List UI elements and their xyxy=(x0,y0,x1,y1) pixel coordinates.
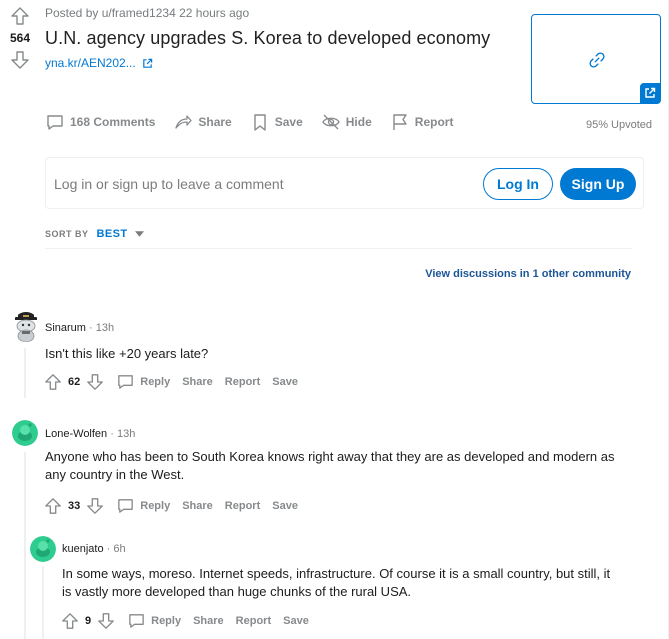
post-vote-count: 564 xyxy=(9,31,31,45)
sort-divider xyxy=(45,248,632,249)
post-action-bar: 168 Comments Share Save Hide Report xyxy=(45,112,471,132)
comment-username[interactable]: Sinarum xyxy=(45,322,86,334)
comment-time[interactable]: 13h xyxy=(117,428,135,440)
caret-down-icon xyxy=(135,231,145,237)
post-meta: Posted by u/framed1234 22 hours ago xyxy=(45,6,250,20)
sign-up-button[interactable]: Sign Up xyxy=(560,168,636,200)
avatar[interactable] xyxy=(12,420,38,446)
share-button[interactable]: Share xyxy=(173,112,232,132)
comment-login-prompt: Log in or sign up to leave a comment xyxy=(54,176,284,192)
upvote-icon[interactable] xyxy=(61,612,79,630)
save-button[interactable]: Save xyxy=(250,112,303,132)
reply-label: Reply xyxy=(140,375,171,388)
comment-time[interactable]: 13h xyxy=(96,322,114,334)
share-button[interactable]: Share xyxy=(182,500,213,512)
comment-separator: · xyxy=(89,322,93,334)
comment-body-line: is vastly more developed than huge chunk… xyxy=(62,584,412,599)
thread-line[interactable] xyxy=(24,452,26,639)
comment-body-line: any country in the West. xyxy=(45,467,185,482)
share-icon xyxy=(175,115,193,129)
flag-icon xyxy=(393,114,407,130)
bookmark-icon xyxy=(254,114,266,131)
share-button[interactable]: Share xyxy=(193,615,224,627)
downvote-icon[interactable] xyxy=(10,50,30,70)
comment-body: Anyone who has been to South Korea knows… xyxy=(45,448,645,484)
comment-header: Sinarum · 13h xyxy=(45,322,114,334)
report-button[interactable]: Report xyxy=(236,615,271,627)
log-in-button[interactable]: Log In xyxy=(483,168,553,200)
share-button[interactable]: Share xyxy=(182,376,213,388)
reply-button[interactable]: Reply xyxy=(116,496,170,515)
comment-username[interactable]: kuenjato xyxy=(62,543,104,555)
sort-dropdown[interactable]: BEST xyxy=(97,228,145,240)
upvote-icon[interactable] xyxy=(44,373,62,391)
save-button[interactable]: Save xyxy=(283,615,309,627)
comment-score: 62 xyxy=(68,375,81,388)
post-page: 564 Posted by u/framed1234 22 hours ago … xyxy=(0,0,669,639)
comment-separator: · xyxy=(110,428,114,440)
comment-body-line: Anyone who has been to South Korea knows… xyxy=(45,449,615,464)
thread-line[interactable] xyxy=(42,566,44,639)
thread-line[interactable] xyxy=(24,348,26,398)
eye-slash-icon xyxy=(322,114,340,130)
comment-separator: · xyxy=(106,543,111,555)
comment-body: In some ways, moreso. Internet speeds, i… xyxy=(62,565,652,601)
share-label: Share xyxy=(198,115,232,129)
save-label: Save xyxy=(274,115,303,129)
downvote-icon[interactable] xyxy=(86,497,104,515)
post-vote-column: 564 xyxy=(6,6,34,70)
reply-label: Reply xyxy=(140,499,171,512)
reply-button[interactable]: Reply xyxy=(116,372,170,391)
report-label: Report xyxy=(414,115,454,129)
open-link-icon[interactable] xyxy=(640,83,660,103)
sort-value: BEST xyxy=(96,228,128,240)
avatar[interactable] xyxy=(30,536,56,562)
avatar[interactable] xyxy=(12,312,40,342)
other-community-suffix: other community xyxy=(538,268,631,280)
post-link-text: yna.kr/AEN202... xyxy=(45,56,136,70)
external-link-icon xyxy=(142,58,152,68)
post-external-link[interactable]: yna.kr/AEN202... xyxy=(45,56,153,70)
comment-body-line: In some ways, moreso. Internet speeds, i… xyxy=(62,566,611,581)
comments-button[interactable]: 168 Comments xyxy=(45,112,155,132)
comment-icon xyxy=(129,614,144,628)
comment-icon xyxy=(47,115,63,130)
upvote-icon[interactable] xyxy=(44,497,62,515)
post-title[interactable]: U.N. agency upgrades S. Korea to develop… xyxy=(45,28,490,49)
comment-login-box: Log in or sign up to leave a comment Log… xyxy=(45,157,644,209)
comment-header: kuenjato · 6h xyxy=(62,543,126,555)
comment-actions: 33 Reply Share Report Save xyxy=(44,496,298,515)
save-button[interactable]: Save xyxy=(272,376,298,388)
report-button[interactable]: Report xyxy=(225,500,260,512)
reply-label: Reply xyxy=(151,614,182,627)
hide-label: Hide xyxy=(345,115,372,129)
upvote-icon[interactable] xyxy=(10,6,30,26)
other-community-prefix: View discussions in xyxy=(425,268,533,280)
save-button[interactable]: Save xyxy=(272,500,298,512)
downvote-icon[interactable] xyxy=(97,612,115,630)
comment-actions: 62 Reply Share Report Save xyxy=(44,372,298,391)
downvote-icon[interactable] xyxy=(86,373,104,391)
comment-time[interactable]: 6h xyxy=(113,543,125,555)
reply-button[interactable]: Reply xyxy=(127,611,181,630)
comment-icon xyxy=(118,499,134,513)
post-thumbnail[interactable] xyxy=(531,14,661,104)
comment-score: 9 xyxy=(85,614,92,627)
comment-body: Isn't this like +20 years late? xyxy=(45,346,209,361)
report-button[interactable]: Report xyxy=(225,376,260,388)
sort-label: SORT BY xyxy=(45,229,89,239)
upvote-ratio: 95% Upvoted xyxy=(585,119,652,131)
comment-score: 33 xyxy=(68,499,81,512)
other-community-link[interactable]: View discussions in 1 other community xyxy=(425,268,631,280)
comment-username[interactable]: Lone-Wolfen xyxy=(45,428,107,440)
link-icon xyxy=(589,52,605,68)
comment-icon xyxy=(118,375,134,389)
comment-actions: 9 Reply Share Report Save xyxy=(61,611,309,630)
sort-control: SORT BY BEST xyxy=(45,228,145,240)
hide-button[interactable]: Hide xyxy=(321,112,372,132)
comment-header: Lone-Wolfen · 13h xyxy=(45,428,135,440)
report-button[interactable]: Report xyxy=(390,112,454,132)
comments-label: 168 Comments xyxy=(70,115,156,129)
